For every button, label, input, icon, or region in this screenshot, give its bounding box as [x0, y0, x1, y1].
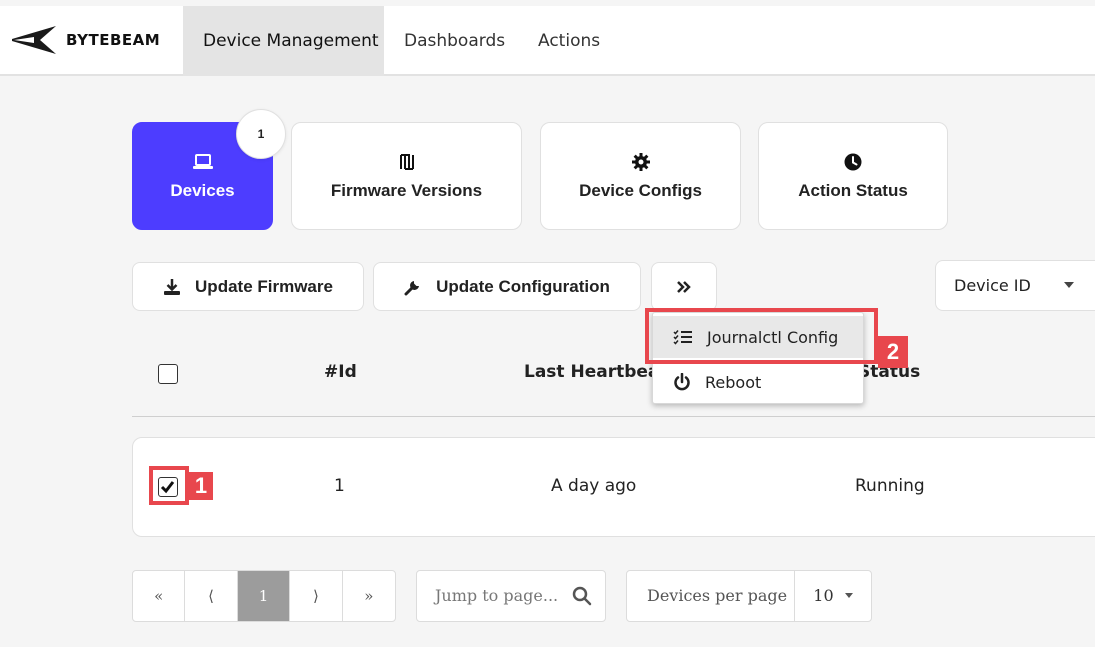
filter-select[interactable]: Device ID: [935, 260, 1095, 311]
notification-badge: 1: [236, 109, 286, 159]
download-icon: [164, 278, 181, 295]
more-actions-button[interactable]: [651, 262, 717, 311]
tab-actions[interactable]: Actions: [538, 6, 600, 76]
button-label: Update Configuration: [436, 276, 610, 296]
column-header-last-heartbeat[interactable]: Last Heartbeat: [524, 362, 668, 382]
tab-device-management[interactable]: Device Management: [183, 6, 384, 76]
firmware-icon: [399, 151, 415, 173]
page-last-button[interactable]: »: [343, 571, 395, 621]
jump-placeholder: Jump to page...: [435, 586, 559, 605]
select-all-checkbox[interactable]: [158, 364, 178, 384]
card-label: Devices: [170, 181, 235, 200]
menu-item-label: Reboot: [705, 372, 762, 392]
caret-down-icon: [1064, 282, 1074, 288]
card-device-configs[interactable]: Device Configs: [540, 122, 741, 230]
cell-last-heartbeat: A day ago: [551, 476, 637, 496]
card-label: Firmware Versions: [330, 181, 483, 200]
tab-label: Actions: [538, 31, 601, 51]
cell-status: Running: [855, 476, 925, 496]
search-icon: [572, 586, 592, 606]
card-label: Device Configs: [579, 181, 702, 200]
power-icon: [674, 373, 690, 391]
cell-id: 1: [334, 476, 345, 496]
per-page-select[interactable]: 10: [795, 571, 871, 621]
bytebeam-logo-icon: [12, 26, 56, 54]
top-header: BYTEBEAM Device Management Dashboards Ac…: [0, 6, 1095, 76]
jump-to-page-input[interactable]: Jump to page...: [416, 570, 606, 622]
brand-logo[interactable]: BYTEBEAM: [10, 20, 160, 60]
page-prev-button[interactable]: ⟨: [185, 571, 238, 621]
card-action-status[interactable]: Action Status: [758, 122, 948, 230]
update-firmware-button[interactable]: Update Firmware: [132, 262, 364, 311]
update-configuration-button[interactable]: Update Configuration: [373, 262, 641, 311]
double-chevron-right-icon: [677, 280, 691, 293]
tab-label: Dashboards: [404, 31, 506, 51]
gear-icon: [631, 151, 650, 173]
annotation-label-2: 2: [878, 336, 908, 368]
tab-label: Device Management: [203, 31, 379, 51]
card-firmware-versions[interactable]: Firmware Versions: [291, 122, 522, 230]
page-first-button[interactable]: «: [133, 571, 186, 621]
clock-icon: [844, 151, 862, 173]
menu-item-reboot[interactable]: Reboot: [653, 361, 863, 403]
tab-dashboards[interactable]: Dashboards: [404, 6, 505, 76]
caret-down-icon: [845, 593, 854, 598]
annotation-box-1: [149, 466, 189, 505]
laptop-icon: [192, 151, 213, 173]
wrench-icon: [404, 280, 420, 295]
per-page-value: 10: [813, 586, 834, 605]
annotation-box-2: [645, 308, 878, 364]
per-page-label: Devices per page: [627, 571, 796, 621]
column-header-id[interactable]: #Id: [324, 362, 357, 382]
page-current-button[interactable]: 1: [237, 571, 291, 621]
card-label: Action Status: [798, 181, 908, 200]
brand-name: BYTEBEAM: [66, 31, 161, 49]
page-next-button[interactable]: ⟩: [290, 571, 343, 621]
annotation-label-1: 1: [189, 472, 213, 500]
table-divider: [132, 416, 1095, 417]
per-page-selector[interactable]: Devices per page 10: [626, 570, 872, 622]
button-label: Update Firmware: [195, 276, 333, 296]
select-value: Device ID: [954, 276, 1031, 295]
pagination: « ⟨ 1 ⟩ »: [132, 570, 396, 622]
